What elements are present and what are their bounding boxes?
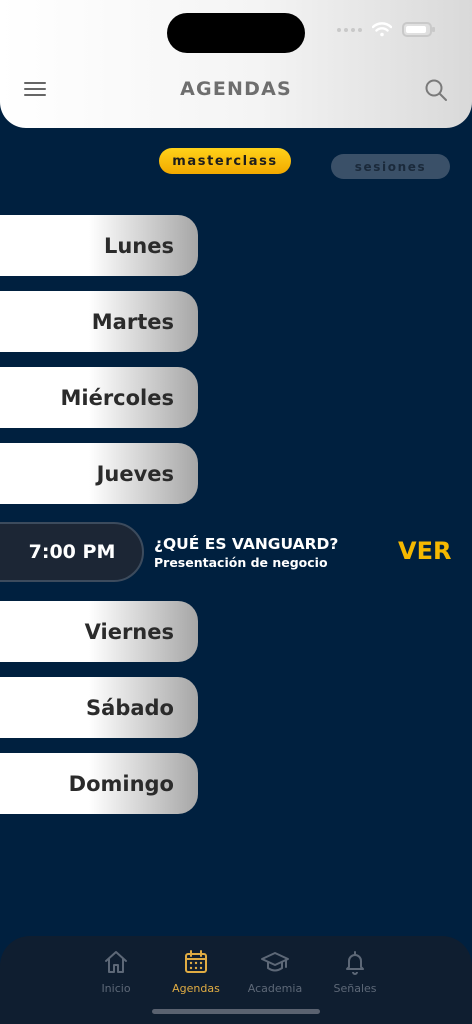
day-sabado[interactable]: Sábado [0, 677, 198, 738]
home-indicator [152, 1009, 320, 1014]
battery-icon [402, 22, 435, 37]
tab-label: Academia [247, 982, 303, 995]
tab-label: Señales [333, 982, 377, 995]
home-icon [105, 951, 127, 973]
event-subtitle: Presentación de negocio [154, 555, 328, 570]
day-domingo[interactable]: Domingo [0, 753, 198, 814]
search-icon[interactable] [424, 78, 448, 102]
wifi-icon [372, 22, 392, 37]
tab-agendas[interactable]: Agendas [156, 948, 236, 995]
tab-label: Agendas [172, 982, 220, 995]
day-viernes[interactable]: Viernes [0, 601, 198, 662]
masterclass-filter-button[interactable]: masterclass [159, 148, 291, 174]
event-time: 7:00 PM [0, 522, 144, 582]
day-martes[interactable]: Martes [0, 291, 198, 352]
day-lunes[interactable]: Lunes [0, 215, 198, 276]
status-bar-indicators [337, 22, 435, 37]
tab-senales[interactable]: Señales [315, 948, 395, 995]
day-miercoles[interactable]: Miércoles [0, 367, 198, 428]
ver-button[interactable]: VER [398, 537, 451, 565]
tab-label: Inicio [101, 982, 131, 995]
sesiones-filter-button[interactable]: sesiones [331, 154, 450, 179]
dynamic-island [167, 13, 305, 53]
tab-inicio[interactable]: Inicio [76, 948, 156, 995]
page-title: AGENDAS [180, 78, 292, 100]
cellular-signal-icon [337, 27, 362, 32]
graduation-cap-icon [261, 952, 289, 972]
calendar-icon [185, 950, 207, 973]
day-jueves[interactable]: Jueves [0, 443, 198, 504]
top-header: AGENDAS [0, 0, 472, 128]
event-title: ¿QUÉ ES VANGUARD? [154, 535, 339, 553]
tab-academia[interactable]: Academia [235, 948, 315, 995]
bell-icon [346, 951, 364, 975]
